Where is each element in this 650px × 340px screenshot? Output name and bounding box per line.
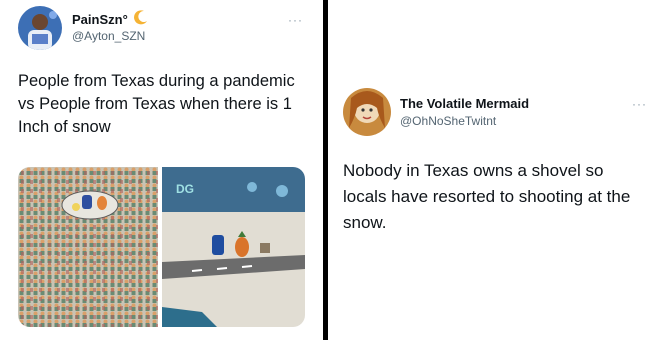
tweet-text: People from Texas during a pandemic vs P… bbox=[18, 72, 295, 136]
user-handle[interactable]: @Ayton_SZN bbox=[72, 29, 145, 43]
sign-text: DG bbox=[176, 182, 194, 196]
tweet-media[interactable]: DG bbox=[18, 167, 305, 327]
more-options-icon[interactable]: ··· bbox=[632, 98, 647, 110]
empty-street-image[interactable]: DG bbox=[162, 167, 305, 327]
left-tweet-card: PainSzn° @Ayton_SZN ··· People from Texa… bbox=[0, 0, 323, 340]
moon-icon bbox=[133, 9, 149, 30]
tweet-text: Nobody in Texas owns a shovel so locals … bbox=[343, 161, 631, 232]
avatar[interactable] bbox=[343, 88, 391, 136]
crowded-crowd-image[interactable] bbox=[18, 167, 158, 327]
avatar[interactable] bbox=[18, 6, 62, 50]
display-name[interactable]: The Volatile Mermaid bbox=[400, 96, 529, 111]
more-options-icon[interactable]: ··· bbox=[288, 14, 303, 26]
right-tweet-card: The Volatile Mermaid @OhNoSheTwitnt ··· … bbox=[328, 0, 650, 340]
user-handle[interactable]: @OhNoSheTwitnt bbox=[400, 114, 496, 128]
display-name[interactable]: PainSzn° bbox=[72, 12, 128, 27]
